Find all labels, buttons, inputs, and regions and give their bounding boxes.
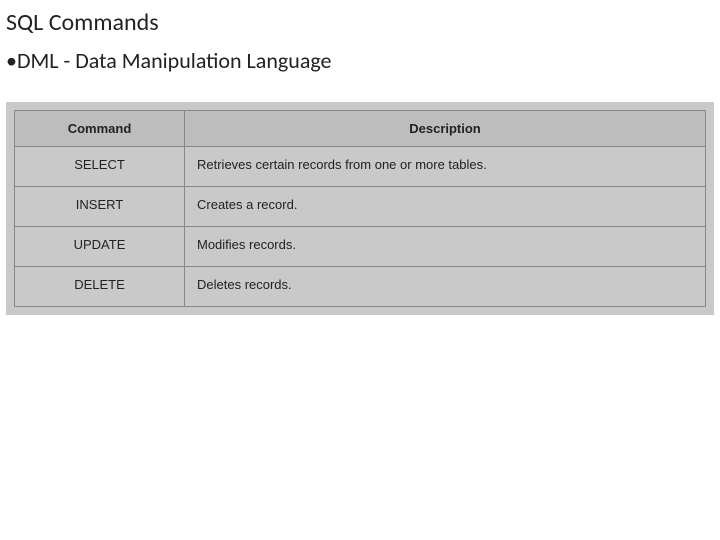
page-subtitle: •DML - Data Manipulation Language xyxy=(6,47,714,74)
cell-command: DELETE xyxy=(15,267,185,307)
cell-description: Creates a record. xyxy=(185,187,706,227)
table-header-row: Command Description xyxy=(15,111,706,147)
table-row: DELETE Deletes records. xyxy=(15,267,706,307)
table-row: UPDATE Modifies records. xyxy=(15,227,706,267)
cell-command: INSERT xyxy=(15,187,185,227)
table-row: SELECT Retrieves certain records from on… xyxy=(15,147,706,187)
table-row: INSERT Creates a record. xyxy=(15,187,706,227)
cell-description: Deletes records. xyxy=(185,267,706,307)
cell-description: Modifies records. xyxy=(185,227,706,267)
cell-command: SELECT xyxy=(15,147,185,187)
header-description: Description xyxy=(185,111,706,147)
header-command: Command xyxy=(15,111,185,147)
cell-description: Retrieves certain records from one or mo… xyxy=(185,147,706,187)
cell-command: UPDATE xyxy=(15,227,185,267)
commands-table: Command Description SELECT Retrieves cer… xyxy=(14,110,706,307)
commands-table-container: Command Description SELECT Retrieves cer… xyxy=(6,102,714,315)
page-title: SQL Commands xyxy=(6,8,714,37)
